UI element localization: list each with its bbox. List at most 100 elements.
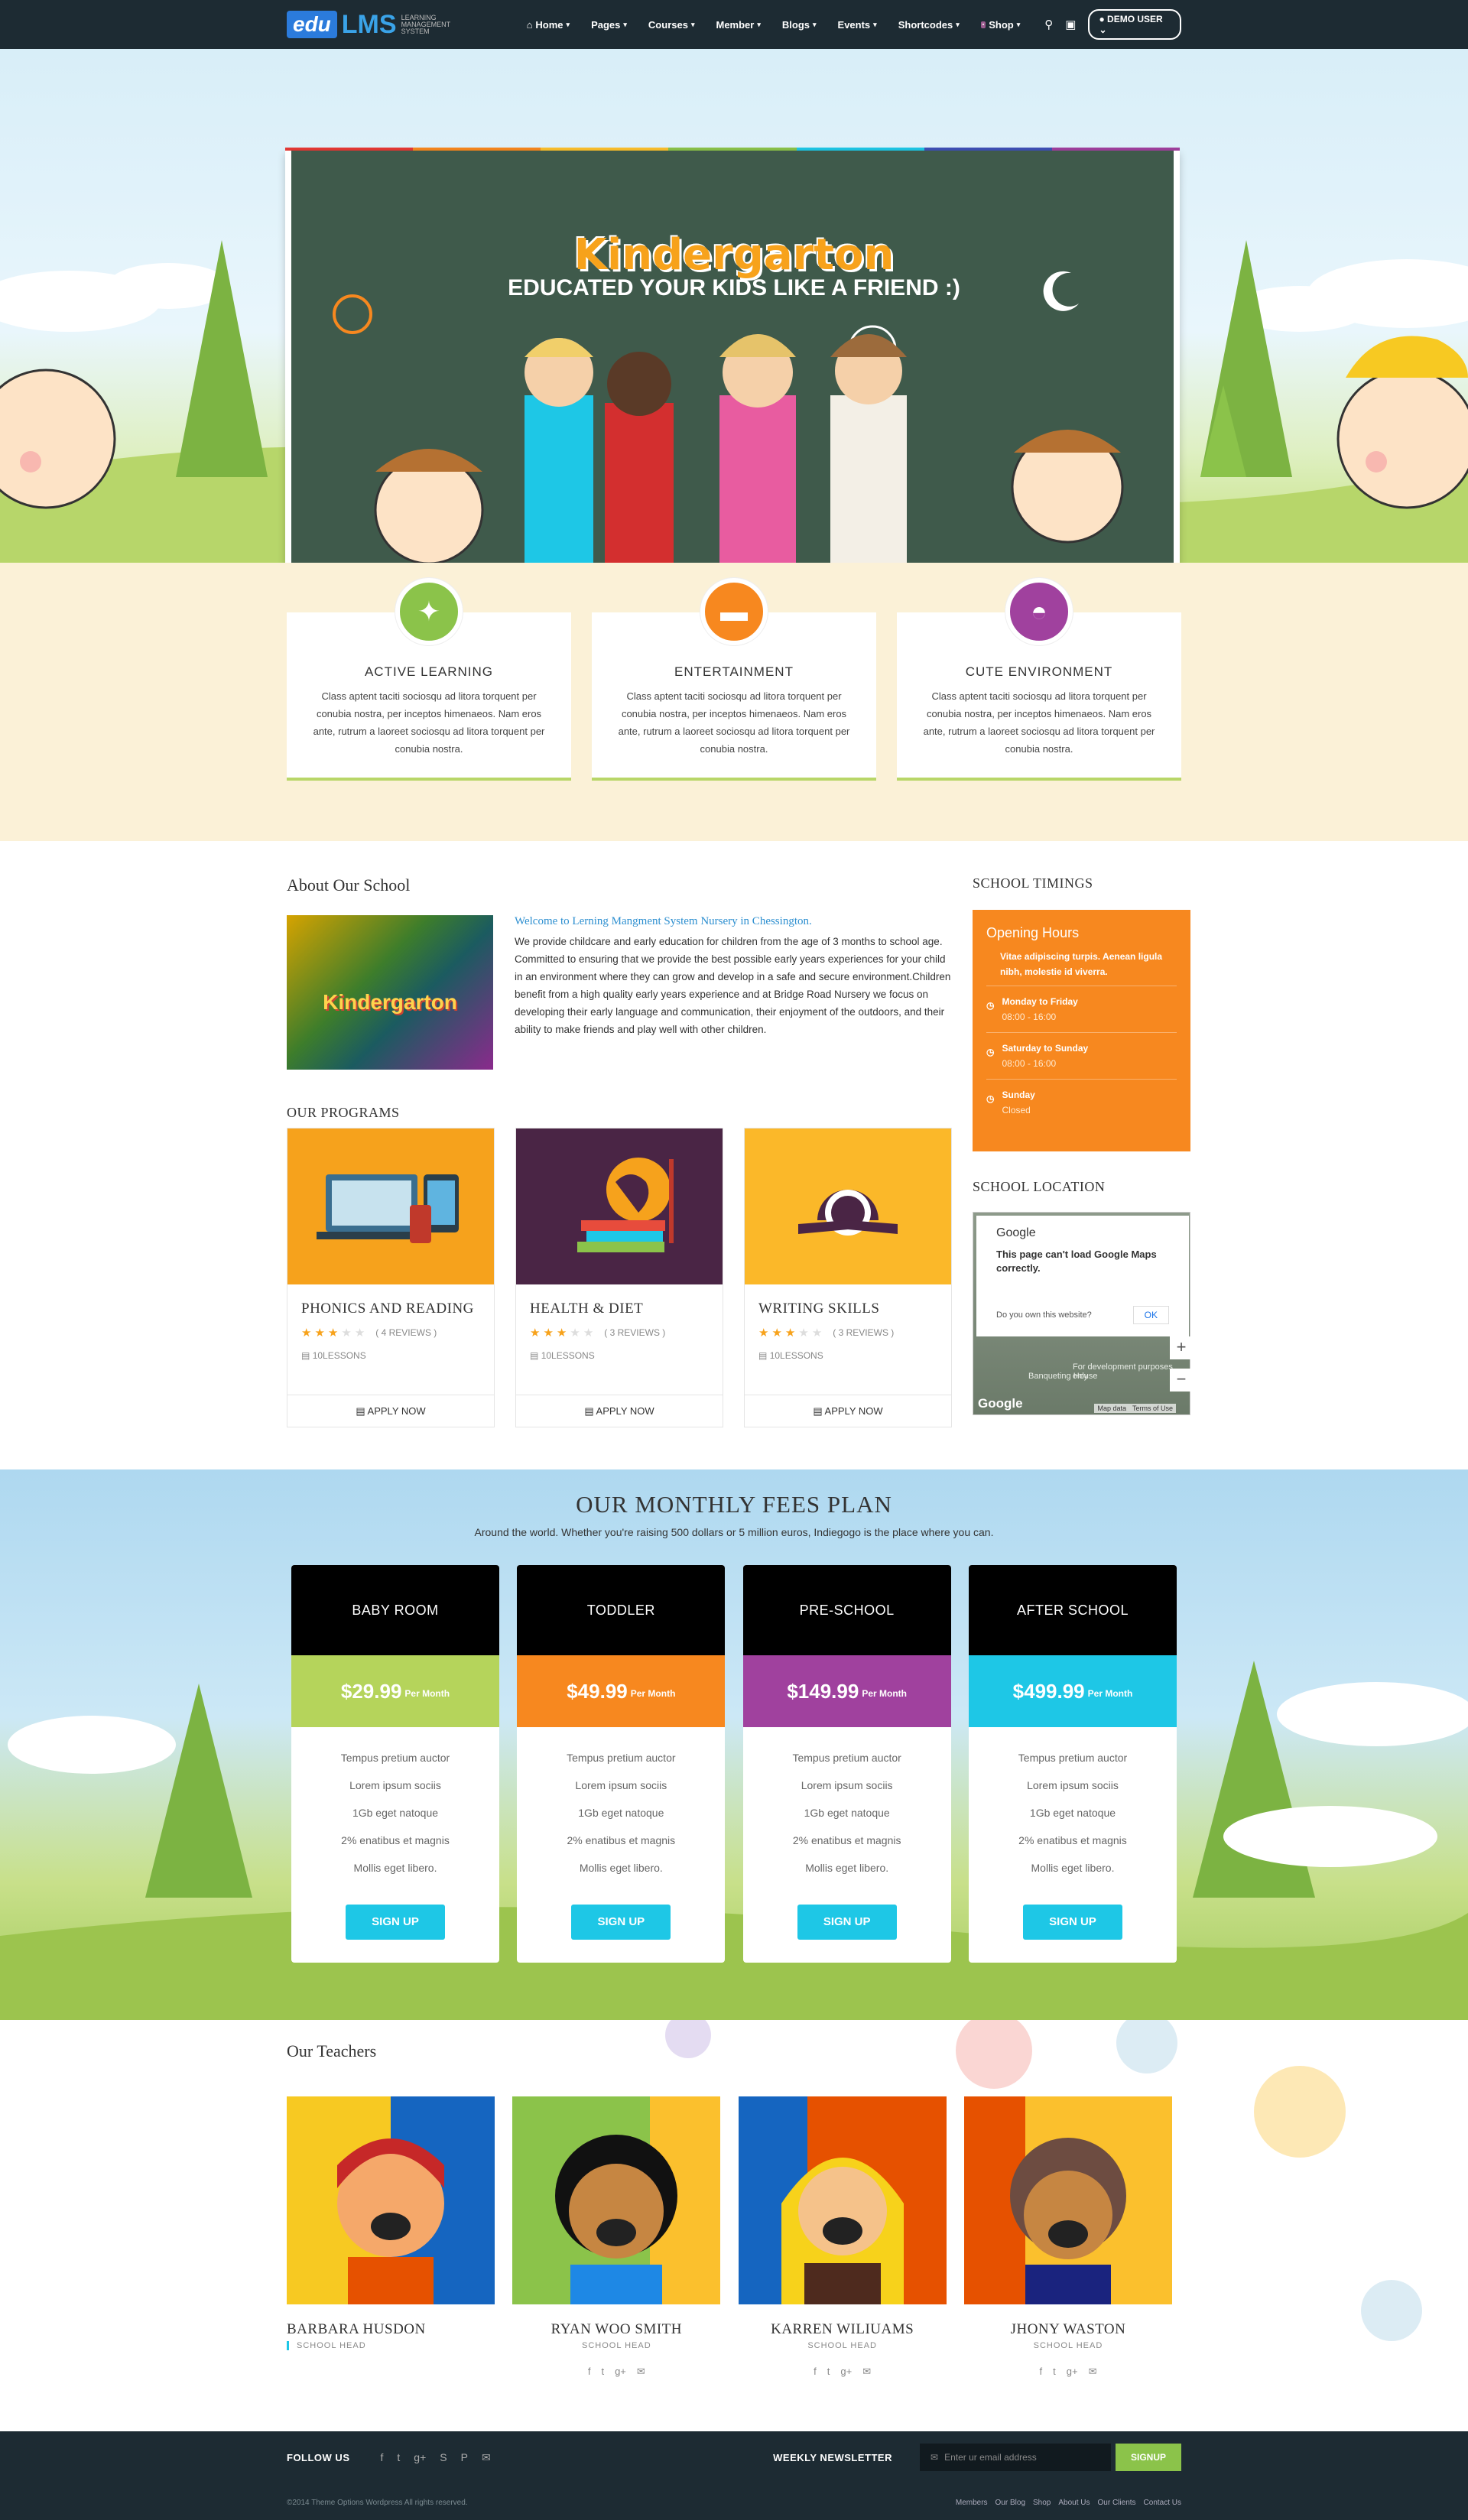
newsletter-signup-button[interactable]: SIGNUP — [1116, 2444, 1181, 2471]
apply-now-button[interactable]: ▤ APPLY NOW — [516, 1395, 723, 1427]
google-map[interactable]: Google This page can't load Google Maps … — [973, 1212, 1193, 1415]
nav-courses[interactable]: Courses ▾ — [638, 19, 706, 31]
plan-feature: 1Gb eget natoque — [804, 1807, 890, 1819]
nav-events[interactable]: Events ▾ — [827, 19, 888, 31]
teacher-card[interactable]: BARBARA HUSDON SCHOOL HEAD — [287, 2096, 495, 2378]
newsletter-email-input[interactable]: ✉ Enter ur email address — [920, 2444, 1111, 2471]
plan-feature: Mollis eget libero. — [1031, 1862, 1115, 1874]
logo-mark: edu — [287, 11, 337, 38]
nav-blogs[interactable]: Blogs ▾ — [771, 19, 827, 31]
facebook-icon[interactable]: f — [814, 2366, 817, 2378]
facebook-icon[interactable]: f — [588, 2366, 591, 2378]
apply-now-button[interactable]: ▤ APPLY NOW — [745, 1395, 951, 1427]
plan-feature: 1Gb eget natoque — [578, 1807, 664, 1819]
nav-shop[interactable]: ▪ Shop ▾ — [970, 19, 1031, 31]
footer-link[interactable]: Contact Us — [1144, 2499, 1181, 2507]
android-icon: ◓ — [1005, 578, 1073, 645]
facebook-icon[interactable]: f — [1039, 2366, 1042, 2378]
teachers-heading: Our Teachers — [287, 2041, 377, 2060]
apply-now-button[interactable]: ▤ APPLY NOW — [287, 1395, 494, 1427]
teacher-social: f t g+ ✉ — [739, 2366, 947, 2378]
teacher-photo — [287, 2096, 495, 2304]
sign-up-button[interactable]: SIGN UP — [346, 1905, 445, 1940]
footer-link[interactable]: Our Clients — [1098, 2499, 1136, 2507]
clock-icon: ◷ — [986, 1047, 995, 1057]
plan-feature: 2% enatibus et magnis — [792, 1834, 901, 1846]
plan-feature: Lorem ipsum sociis — [801, 1779, 893, 1791]
pricing-plan: BABY ROOM $29.99 Per Month Tempus pretium… — [291, 1565, 499, 1963]
sign-up-button[interactable]: SIGN UP — [797, 1905, 897, 1940]
user-menu-button[interactable]: ● DEMO USER ⌄ — [1088, 9, 1181, 40]
cart-icon[interactable]: ▣ — [1065, 18, 1076, 31]
plan-price: $499.99 — [1012, 1679, 1085, 1703]
follow-us-label: FOLLOW US — [287, 2451, 350, 2463]
footer-link[interactable]: About Us — [1058, 2499, 1090, 2507]
google-plus-icon[interactable]: g+ — [615, 2366, 626, 2378]
footer-link[interactable]: Our Blog — [995, 2499, 1025, 2507]
laptop-devices-illustration — [317, 1174, 459, 1243]
pinterest-icon[interactable]: P — [461, 2451, 468, 2464]
google-plus-icon[interactable]: g+ — [1067, 2366, 1078, 2378]
plan-feature: 2% enatibus et magnis — [567, 1834, 676, 1846]
program-title: PHONICS AND READING — [301, 1301, 474, 1317]
pricing-plan: TODDLER $49.99 Per Month Tempus pretium a… — [517, 1565, 726, 1963]
email-icon[interactable]: ✉ — [482, 2451, 491, 2464]
map-zoom-out-button[interactable]: − — [1170, 1369, 1193, 1392]
twitter-icon[interactable]: t — [601, 2366, 604, 2378]
sign-up-button[interactable]: SIGN UP — [571, 1905, 671, 1940]
nav-member[interactable]: Member ▾ — [705, 19, 771, 31]
plan-feature: Mollis eget libero. — [579, 1862, 663, 1874]
site-logo[interactable]: edu LMS LEARNING MANAGEMENT SYSTEM — [287, 10, 450, 40]
caret-down-icon: ▾ — [623, 20, 627, 28]
program-card[interactable]: WRITING SKILLS ★ ★ ★ ★ ★( 3 REVIEWS ) ▤ 10LE… — [744, 1128, 952, 1427]
car-icon: ▬ — [700, 578, 768, 645]
plan-feature: Lorem ipsum sociis — [1027, 1779, 1119, 1791]
map-attribution: Map data Terms of Use — [1094, 1404, 1176, 1413]
plan-period: Per Month — [862, 1688, 907, 1699]
program-card[interactable]: PHONICS AND READING ★ ★ ★ ★ ★( 4 REVIEWS ) ▤… — [287, 1128, 495, 1427]
hero-banner: Kindergarton EDUCATED YOUR KIDS LIKE A F… — [0, 49, 1468, 612]
feature-text: Class aptent taciti sociosqu ad litora t… — [923, 690, 1155, 755]
email-icon[interactable]: ✉ — [1089, 2366, 1097, 2378]
lessons-count: 10LESSONS — [769, 1350, 823, 1361]
sign-up-button[interactable]: SIGN UP — [1022, 1905, 1122, 1940]
review-count: ( 4 REVIEWS ) — [375, 1327, 437, 1338]
feature-title: CUTE ENVIRONMENT — [965, 664, 1113, 679]
timing-hours: Closed — [1002, 1105, 1031, 1115]
google-plus-icon[interactable]: g+ — [840, 2366, 852, 2378]
review-count: ( 3 REVIEWS ) — [833, 1327, 895, 1338]
search-icon[interactable]: ⚲ — [1044, 18, 1053, 31]
newsletter-label: WEEKLY NEWSLETTER — [773, 2451, 892, 2463]
nav-shortcodes[interactable]: Shortcodes ▾ — [888, 19, 970, 31]
map-zoom-in-button[interactable]: + — [1170, 1336, 1193, 1359]
teacher-card[interactable]: RYAN WOO SMITH SCHOOL HEAD f t g+ ✉ — [512, 2096, 721, 2378]
lessons-icon: ▤ — [530, 1350, 539, 1361]
teacher-card[interactable]: JHONY WASTON SCHOOL HEAD f t g+ ✉ — [963, 2096, 1172, 2378]
twitter-icon[interactable]: t — [827, 2366, 830, 2378]
footer-link[interactable]: Shop — [1033, 2499, 1051, 2507]
nav-home[interactable]: ⌂ Home ▾ — [516, 19, 581, 31]
feature-card: ◓ CUTE ENVIRONMENT Class aptent taciti s… — [897, 578, 1181, 781]
email-icon[interactable]: ✉ — [862, 2366, 871, 2378]
timing-day: Saturday to Sunday — [1002, 1043, 1089, 1054]
plan-feature: Lorem ipsum sociis — [349, 1779, 441, 1791]
twitter-icon[interactable]: t — [1053, 2366, 1056, 2378]
twitter-icon[interactable]: t — [397, 2451, 400, 2464]
footer-link[interactable]: Members — [956, 2499, 988, 2507]
google-plus-icon[interactable]: g+ — [414, 2451, 426, 2464]
map-ok-button[interactable]: OK — [1132, 1306, 1169, 1324]
program-title: WRITING SKILLS — [758, 1301, 880, 1317]
map-error-dialog: Google This page can't load Google Maps … — [976, 1216, 1189, 1336]
chalkboard — [285, 151, 1180, 612]
facebook-icon[interactable]: f — [381, 2451, 384, 2464]
skype-icon[interactable]: S — [440, 2451, 447, 2464]
map-terms-link[interactable]: Terms of Use — [1132, 1405, 1173, 1412]
cartoon-girl-right — [1336, 369, 1468, 509]
nav-pages[interactable]: Pages ▾ — [580, 19, 638, 31]
email-icon[interactable]: ✉ — [637, 2366, 645, 2378]
plan-feature: 1Gb eget natoque — [1029, 1807, 1116, 1819]
teacher-card[interactable]: KARREN WILIUAMS SCHOOL HEAD f t g+ ✉ — [738, 2096, 947, 2378]
lessons-count: 10LESSONS — [312, 1350, 366, 1361]
program-card[interactable]: HEALTH & DIET ★ ★ ★ ★ ★( 3 REVIEWS ) ▤ 10LES… — [515, 1128, 723, 1427]
chevron-down-icon: ⌄ — [1099, 24, 1107, 35]
